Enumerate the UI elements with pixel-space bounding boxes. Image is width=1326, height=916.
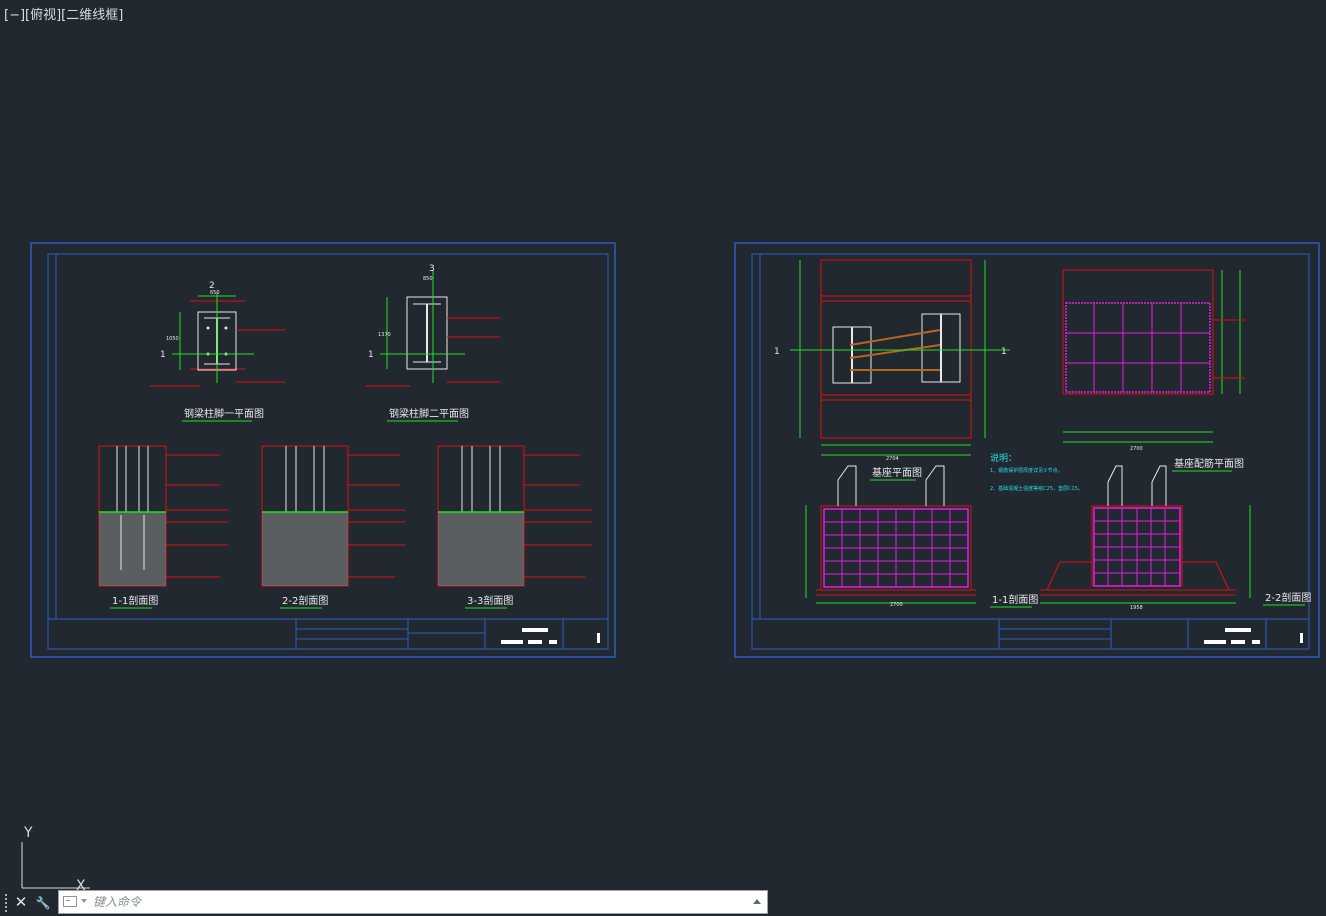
- customize-command-line-button[interactable]: 🔧: [32, 890, 54, 914]
- close-icon: ✕: [14, 893, 28, 911]
- notes-title: 说明：: [990, 452, 1017, 464]
- section-left-1: [98, 445, 228, 587]
- ucs-icon: Y X: [21, 825, 90, 892]
- base-section-1: [805, 465, 976, 604]
- plan1-mark-1: 1: [160, 350, 166, 360]
- rebar-plan-title: 基座配筋平面图: [1174, 457, 1244, 470]
- plan2-dim-height: 1370: [378, 332, 391, 338]
- wrench-icon: 🔧: [35, 896, 51, 910]
- command-input[interactable]: [93, 891, 733, 913]
- base-plan-width: 2704: [886, 456, 899, 462]
- plan2-title: 钢梁柱脚二平面图: [389, 407, 469, 420]
- left-sec2-title: 2-2剖面图: [282, 594, 328, 607]
- plan1-title: 钢梁柱脚一平面图: [184, 407, 264, 420]
- section-left-3: [437, 445, 592, 587]
- plan2-dim: 850: [423, 276, 433, 282]
- note-2: 2、基础混凝土强度等级C25，垫层C15。: [990, 485, 1083, 492]
- command-line-bar: ✕ 🔧: [0, 888, 768, 916]
- base-section-1-width: 2700: [890, 602, 903, 608]
- section-left-2: [261, 445, 405, 587]
- note-1: 1、钢筋保护层厚度详见①节点。: [990, 467, 1063, 474]
- plan2-mark-1: 1: [368, 350, 374, 360]
- base-section-2-width: 1958: [1130, 605, 1143, 611]
- plan2-mark-3: 3: [429, 264, 435, 274]
- command-history-up-icon[interactable]: [753, 899, 761, 904]
- command-prompt-icon[interactable]: [63, 896, 77, 907]
- base-plan-mark-left: 1: [774, 347, 780, 357]
- plan1-dim-height: 1050: [166, 336, 179, 342]
- ucs-y-label: Y: [23, 825, 33, 841]
- column-plan-2: [365, 270, 500, 387]
- left-sec3-title: 3-3剖面图: [467, 594, 513, 607]
- base-rebar-plan: [1062, 269, 1245, 443]
- left-sec1-title: 1-1剖面图: [112, 594, 158, 607]
- command-input-box[interactable]: [58, 890, 768, 914]
- base-plan-title: 基座平面图: [872, 466, 922, 479]
- base-section-2-title: 2-2剖面图: [1265, 591, 1311, 604]
- close-command-line-button[interactable]: ✕: [10, 890, 32, 914]
- recent-commands-dropdown-icon[interactable]: [81, 899, 87, 903]
- sheet-left: 2 650 1 1050 钢梁柱脚一平面图 3 850 1 1370 钢梁柱脚二…: [30, 242, 616, 658]
- base-section-1-title: 1-1剖面图: [992, 593, 1038, 606]
- rebar-plan-width: 2700: [1130, 446, 1143, 452]
- base-plan: [790, 259, 1010, 456]
- sheet-right: 1 1 2704 基座平面图 2700 基座配筋平面图 说明： 1、钢筋保护层厚…: [734, 242, 1320, 658]
- base-plan-mark-right: 1: [1001, 347, 1007, 357]
- plan1-dim: 650: [210, 290, 220, 296]
- drawing-canvas[interactable]: 2 650 1 1050 钢梁柱脚一平面图 3 850 1 1370 钢梁柱脚二…: [0, 0, 1326, 880]
